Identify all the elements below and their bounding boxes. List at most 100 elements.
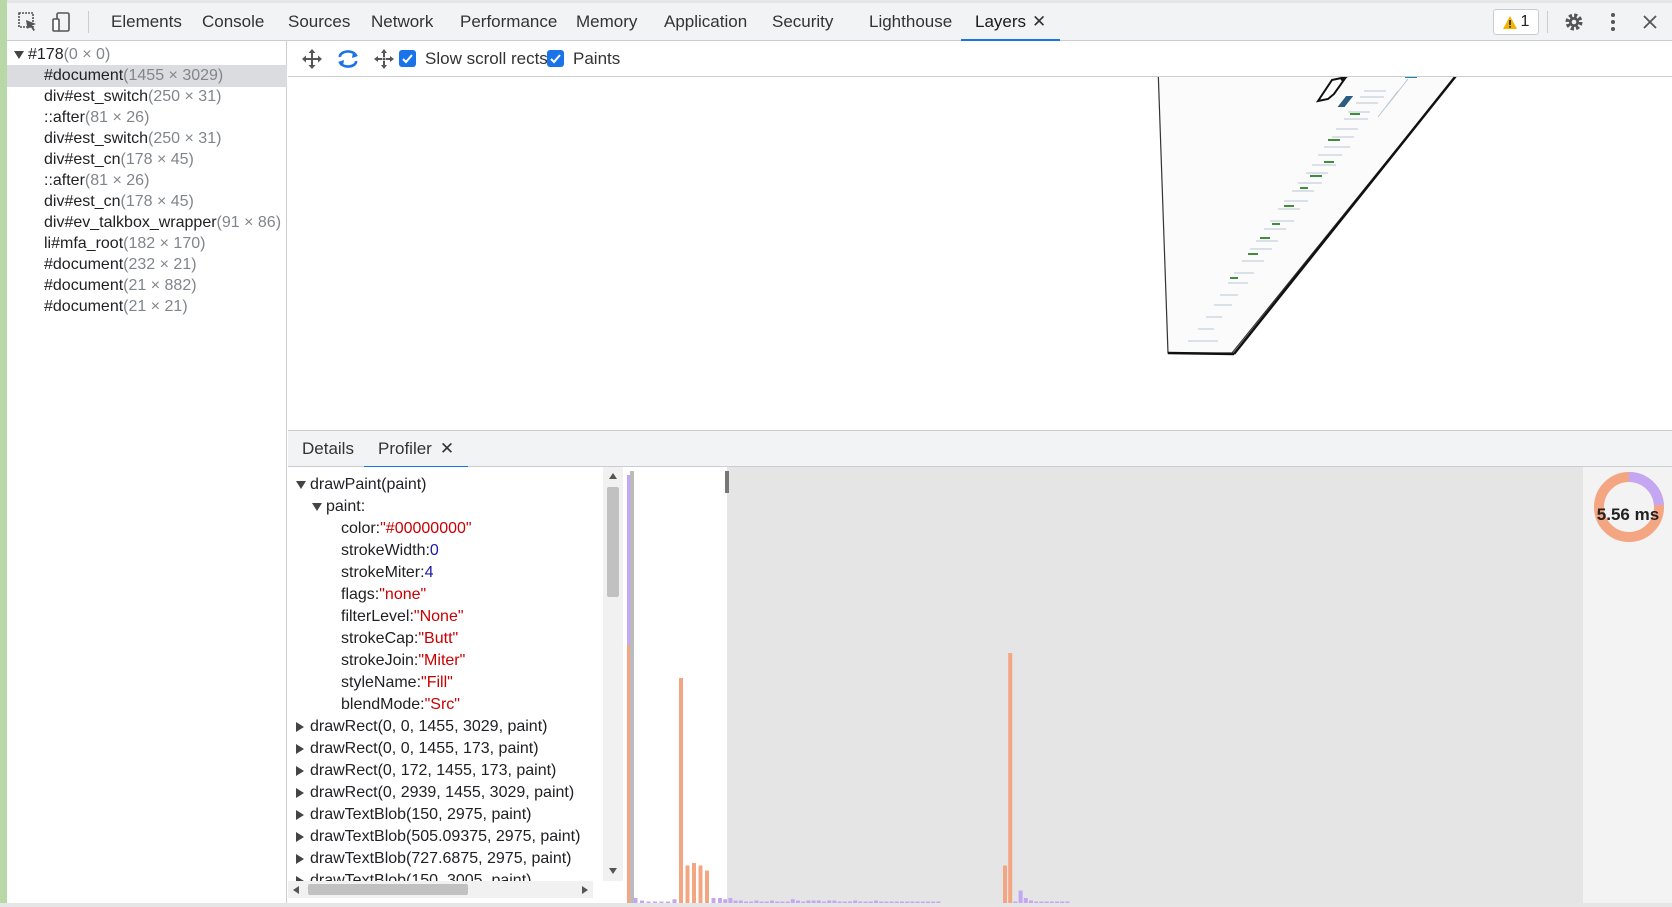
expand-triangle-icon[interactable] xyxy=(296,721,304,732)
layer-tree-item[interactable]: div#est_cn(178 × 45) xyxy=(7,191,287,213)
tab-memory[interactable]: Memory xyxy=(576,3,637,41)
tab-lighthouse[interactable]: Lighthouse xyxy=(869,3,952,41)
layer-tree-item[interactable]: div#est_switch(250 × 31) xyxy=(7,86,287,108)
tab-details[interactable]: Details xyxy=(302,431,354,467)
scroll-up-arrow-icon[interactable] xyxy=(608,472,618,480)
command-label: drawPaint(paint) xyxy=(310,476,427,493)
property-value: 0 xyxy=(429,542,439,559)
layer-name: div#est_cn xyxy=(44,193,121,210)
profiler-bar[interactable] xyxy=(685,865,690,904)
command-row[interactable]: drawPaint(paint) xyxy=(296,474,427,496)
paints-label[interactable]: Paints xyxy=(573,41,620,77)
close-tab-icon[interactable]: ✕ xyxy=(440,439,454,458)
scrollbar-thumb[interactable] xyxy=(308,884,468,895)
command-row[interactable]: paint: xyxy=(312,496,365,518)
layer-name: div#est_switch xyxy=(44,88,149,105)
commands-vertical-scrollbar[interactable] xyxy=(603,467,623,881)
command-row[interactable]: drawRect(0, 172, 1455, 173, paint) xyxy=(296,760,556,782)
close-tab-icon[interactable]: ✕ xyxy=(1032,12,1046,31)
layer-tree-item[interactable]: #document(232 × 21) xyxy=(7,254,287,276)
rotate-mode-icon[interactable] xyxy=(334,45,362,73)
expand-triangle-icon[interactable] xyxy=(296,831,304,842)
layer-tree-root[interactable]: #178(0 × 0) xyxy=(7,44,287,66)
profiler-bar[interactable] xyxy=(1003,865,1007,904)
commands-horizontal-scrollbar[interactable] xyxy=(288,881,593,898)
command-row[interactable]: drawTextBlob(727.6875, 2975, paint) xyxy=(296,848,572,870)
command-row[interactable]: drawRect(0, 2939, 1455, 3029, paint) xyxy=(296,782,574,804)
layer-tree-item[interactable]: div#est_cn(178 × 45) xyxy=(7,149,287,171)
tab-security[interactable]: Security xyxy=(772,3,833,41)
scroll-left-arrow-icon[interactable] xyxy=(292,885,300,895)
expand-triangle-icon[interactable] xyxy=(296,853,304,864)
pan-mode-icon[interactable] xyxy=(298,45,326,73)
devtools-tab-bar: Elements Console Sources Network Perform… xyxy=(7,3,1672,41)
profiler-bar[interactable] xyxy=(1018,890,1023,904)
expand-triangle-icon[interactable] xyxy=(312,502,322,511)
property-row: filterLevel:"None" xyxy=(341,606,464,628)
property-value: "#00000000" xyxy=(380,520,472,537)
tab-sources[interactable]: Sources xyxy=(288,3,350,41)
profiler-bar[interactable] xyxy=(705,870,709,904)
layer-size: (182 × 170) xyxy=(123,235,206,252)
property-row: blendMode:"Src" xyxy=(341,694,460,716)
expand-triangle-icon[interactable] xyxy=(296,743,304,754)
layer-tree-item[interactable]: div#est_switch(250 × 31) xyxy=(7,128,287,150)
profiler-bar[interactable] xyxy=(679,678,683,903)
close-icon[interactable] xyxy=(1634,3,1666,41)
command-row[interactable]: drawTextBlob(505.09375, 2975, paint) xyxy=(296,826,580,848)
expand-triangle-icon[interactable] xyxy=(296,765,304,776)
scroll-right-arrow-icon[interactable] xyxy=(581,885,589,895)
layer-tree-item[interactable]: #document(21 × 882) xyxy=(7,275,287,297)
layer-name: #document xyxy=(44,67,124,84)
tab-network[interactable]: Network xyxy=(371,3,433,41)
tab-elements[interactable]: Elements xyxy=(111,3,182,41)
layer-tree-item[interactable]: li#mfa_root(182 × 170) xyxy=(7,233,287,255)
expand-triangle-icon[interactable] xyxy=(14,50,24,59)
layer-tree-item[interactable]: #document(21 × 21) xyxy=(7,296,287,318)
layer-tree-item[interactable]: ::after(81 × 26) xyxy=(7,107,287,129)
inspect-element-icon[interactable] xyxy=(12,3,44,41)
command-label: drawRect(0, 172, 1455, 173, paint) xyxy=(310,762,557,779)
toolbar-divider xyxy=(88,11,89,33)
device-toggle-icon[interactable] xyxy=(46,3,78,41)
layer-size: (21 × 21) xyxy=(123,298,188,315)
tab-application[interactable]: Application xyxy=(664,3,747,41)
tab-profiler[interactable]: Profiler ✕ xyxy=(363,431,469,468)
expand-triangle-icon[interactable] xyxy=(296,809,304,820)
tab-performance[interactable]: Performance xyxy=(460,3,557,41)
layer-size: (232 × 21) xyxy=(123,256,197,273)
reset-transform-icon[interactable] xyxy=(370,45,398,73)
property-key: flags: xyxy=(341,586,380,603)
property-row: color:"#00000000" xyxy=(341,518,472,540)
command-label: drawRect(0, 2939, 1455, 3029, paint) xyxy=(310,784,575,801)
layer-tree-item[interactable]: #document(1455 × 3029) xyxy=(7,65,287,87)
tab-console[interactable]: Console xyxy=(202,3,264,41)
timeline-range-handle[interactable] xyxy=(725,471,729,493)
expand-triangle-icon[interactable] xyxy=(296,787,304,798)
command-row[interactable]: drawRect(0, 0, 1455, 3029, paint) xyxy=(296,716,547,738)
slow-scroll-rects-label[interactable]: Slow scroll rects xyxy=(425,41,548,77)
gear-icon[interactable] xyxy=(1558,3,1590,41)
command-row[interactable]: drawRect(0, 0, 1455, 173, paint) xyxy=(296,738,539,760)
property-row: styleName:"Fill" xyxy=(341,672,453,694)
scrollbar-thumb[interactable] xyxy=(607,487,619,597)
kebab-menu-icon[interactable] xyxy=(1597,3,1629,41)
tab-layers[interactable]: Layers ✕ xyxy=(960,3,1061,41)
profiler-bar[interactable] xyxy=(1008,653,1013,903)
warnings-badge[interactable]: 1 xyxy=(1493,9,1539,35)
slow-scroll-rects-checkbox[interactable] xyxy=(399,50,416,67)
layers-3d-view[interactable] xyxy=(288,77,1672,431)
layer-size: (91 × 86) xyxy=(216,214,282,231)
layer-tree-item[interactable]: ::after(81 × 26) xyxy=(7,170,287,192)
layer-tree-item[interactable]: div#ev_talkbox_wrapper(91 × 86) xyxy=(7,212,287,234)
expand-triangle-icon[interactable] xyxy=(296,480,306,489)
profiler-bar[interactable] xyxy=(698,865,703,904)
scroll-down-arrow-icon[interactable] xyxy=(608,867,618,875)
timeline-cursor[interactable] xyxy=(630,471,634,907)
layer-size: (1455 × 3029) xyxy=(123,67,224,84)
layers-3d-canvas xyxy=(1157,77,1457,356)
command-row[interactable]: drawTextBlob(150, 2975, paint) xyxy=(296,804,531,826)
profiler-bar[interactable] xyxy=(692,863,696,903)
paint-profiler-timeline[interactable]: 5.56 ms xyxy=(623,467,1672,907)
paints-checkbox[interactable] xyxy=(547,50,564,67)
